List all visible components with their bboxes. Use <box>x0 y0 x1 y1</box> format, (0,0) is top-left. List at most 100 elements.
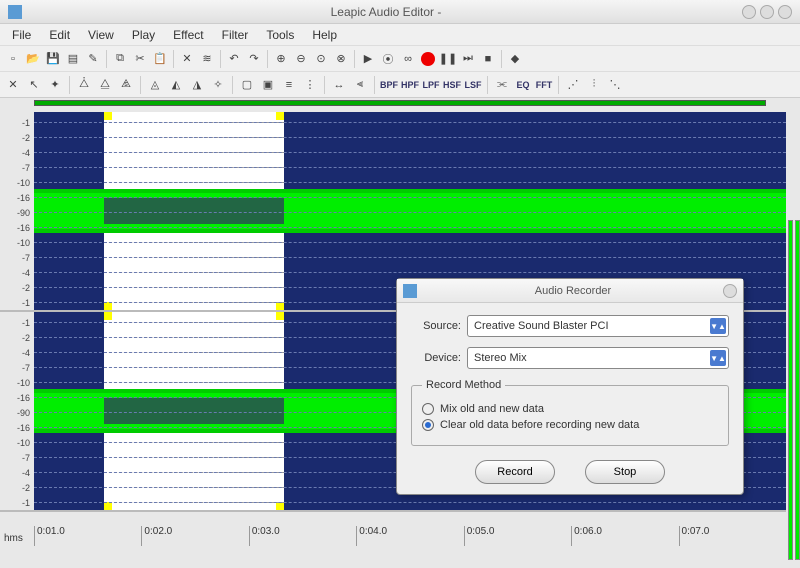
tool3-icon[interactable]: ⋱ <box>606 76 624 94</box>
marker-icon[interactable]: ✦ <box>46 76 64 94</box>
flanger-icon[interactable]: ◭ <box>167 76 185 94</box>
sel-handle-icon[interactable] <box>276 502 284 510</box>
volume-icon[interactable]: ⫷ <box>351 76 369 94</box>
chorus-icon[interactable]: ◮ <box>188 76 206 94</box>
time-axis: 0:01.00:02.00:03.00:04.00:05.00:06.00:07… <box>34 526 786 546</box>
app-icon <box>8 5 22 19</box>
zoom-all-icon[interactable]: ⊗ <box>332 50 350 68</box>
device-label: Device: <box>411 352 461 364</box>
effect4-icon[interactable]: ⋮ <box>301 76 319 94</box>
loop-icon[interactable]: ∞ <box>399 50 417 68</box>
sel-handle-icon[interactable] <box>276 302 284 310</box>
zoom-out-icon[interactable]: ⊖ <box>292 50 310 68</box>
stop-icon[interactable]: ■ <box>479 50 497 68</box>
effect-sel-icon[interactable]: ▣ <box>259 76 277 94</box>
sel-handle-icon[interactable] <box>104 502 112 510</box>
amp-sel-icon[interactable]: ⧋ <box>96 76 114 94</box>
menu-tools[interactable]: Tools <box>266 28 294 42</box>
dialog-titlebar[interactable]: Audio Recorder <box>397 279 743 303</box>
sel-handle-icon[interactable] <box>104 302 112 310</box>
sel-handle-icon[interactable] <box>104 312 112 320</box>
open-icon[interactable]: 📂 <box>24 50 42 68</box>
copy-icon[interactable]: ⧉ <box>111 50 129 68</box>
level-bar-left <box>788 220 793 560</box>
sel-left-icon[interactable]: ↖ <box>25 76 43 94</box>
zoom-in-icon[interactable]: ⊕ <box>272 50 290 68</box>
dialog-icon <box>403 284 417 298</box>
radio-icon <box>422 403 434 415</box>
record-method-group: Record Method Mix old and new data Clear… <box>411 379 729 446</box>
cut-icon[interactable]: ✂ <box>131 50 149 68</box>
sel-all-icon[interactable]: ✕ <box>4 76 22 94</box>
zoom-sel-icon[interactable]: ⊙ <box>312 50 330 68</box>
menu-play[interactable]: Play <box>132 28 155 42</box>
close-icon[interactable] <box>778 5 792 19</box>
phase-icon[interactable]: ◬ <box>146 76 164 94</box>
sel-handle-icon[interactable] <box>104 112 112 120</box>
sel-handle-icon[interactable] <box>276 312 284 320</box>
amp-wave-icon[interactable]: ⧊ <box>75 76 93 94</box>
paste-icon[interactable]: 📋 <box>151 50 169 68</box>
ruler-y-right: -1-2-4-7-10-16-90-16-10-7-4-2-1 <box>0 312 34 510</box>
fft-button[interactable]: FFT <box>535 76 553 94</box>
eq-button[interactable]: EQ <box>514 76 532 94</box>
help-icon[interactable]: ◆ <box>506 50 524 68</box>
menu-help[interactable]: Help <box>312 28 337 42</box>
pause-icon[interactable]: ❚❚ <box>439 50 457 68</box>
menu-effect[interactable]: Effect <box>173 28 203 42</box>
minimize-icon[interactable] <box>742 5 756 19</box>
menu-view[interactable]: View <box>88 28 114 42</box>
audio-recorder-dialog: Audio Recorder Source: Creative Sound Bl… <box>396 278 744 495</box>
reverse-icon[interactable]: ↔ <box>330 76 348 94</box>
save-icon[interactable]: 💾 <box>44 50 62 68</box>
radio-clear-label: Clear old data before recording new data <box>440 419 639 431</box>
forward-icon[interactable]: ⏭ <box>459 50 477 68</box>
stop-button[interactable]: Stop <box>585 460 665 484</box>
undo-icon[interactable]: ↶ <box>225 50 243 68</box>
source-value: Creative Sound Blaster PCI <box>474 320 609 332</box>
fft1-icon[interactable]: ⫘ <box>493 76 511 94</box>
effect2-icon[interactable]: ▢ <box>238 76 256 94</box>
play-loop-icon[interactable]: ⦿ <box>379 50 397 68</box>
device-value: Stereo Mix <box>474 352 527 364</box>
menubar: File Edit View Play Effect Filter Tools … <box>0 24 800 46</box>
menu-edit[interactable]: Edit <box>49 28 70 42</box>
menu-file[interactable]: File <box>12 28 31 42</box>
mix-icon[interactable]: ≋ <box>198 50 216 68</box>
radio-clear[interactable]: Clear old data before recording new data <box>422 419 718 431</box>
workspace: -1-2-4-7-10-16-90-16-10-7-4-2-1 -1-2-4-7… <box>0 100 800 546</box>
chevron-down-icon: ▼▲ <box>710 350 726 366</box>
level-meter <box>788 220 800 560</box>
titlebar: Leapic Audio Editor - <box>0 0 800 24</box>
delete-icon[interactable]: ✕ <box>178 50 196 68</box>
window-title: Leapic Audio Editor - <box>30 5 742 19</box>
new-icon[interactable]: ▫ <box>4 50 22 68</box>
echo-icon[interactable]: ⧌ <box>117 76 135 94</box>
bpf-button[interactable]: BPF <box>380 76 398 94</box>
hms-label: hms <box>4 533 23 544</box>
lsf-button[interactable]: LSF <box>464 76 482 94</box>
properties-icon[interactable]: ✎ <box>84 50 102 68</box>
record-icon[interactable] <box>419 50 437 68</box>
play-icon[interactable]: ▶ <box>359 50 377 68</box>
source-select[interactable]: Creative Sound Blaster PCI ▼▲ <box>467 315 729 337</box>
record-button[interactable]: Record <box>475 460 555 484</box>
effect3-icon[interactable]: ≡ <box>280 76 298 94</box>
tool2-icon[interactable]: ⫶ <box>585 76 603 94</box>
radio-mix[interactable]: Mix old and new data <box>422 403 718 415</box>
sel-handle-icon[interactable] <box>276 112 284 120</box>
hpf-button[interactable]: HPF <box>401 76 419 94</box>
overview-bar[interactable] <box>34 100 766 106</box>
redo-icon[interactable]: ↷ <box>245 50 263 68</box>
effect1-icon[interactable]: ✧ <box>209 76 227 94</box>
lpf-button[interactable]: LPF <box>422 76 440 94</box>
record-method-legend: Record Method <box>422 379 505 391</box>
save-as-icon[interactable]: ▤ <box>64 50 82 68</box>
hsf-button[interactable]: HSF <box>443 76 461 94</box>
source-label: Source: <box>411 320 461 332</box>
device-select[interactable]: Stereo Mix ▼▲ <box>467 347 729 369</box>
tool1-icon[interactable]: ⋰ <box>564 76 582 94</box>
maximize-icon[interactable] <box>760 5 774 19</box>
menu-filter[interactable]: Filter <box>222 28 249 42</box>
dialog-close-icon[interactable] <box>723 284 737 298</box>
